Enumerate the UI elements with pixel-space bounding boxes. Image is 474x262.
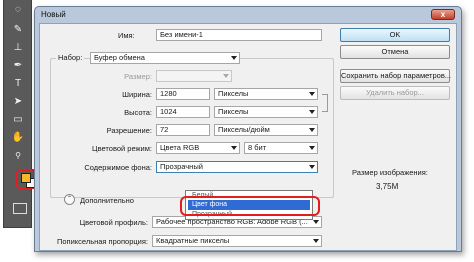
resolution-input[interactable]: 72 — [156, 124, 210, 136]
stamp-icon[interactable]: ⊥ — [9, 40, 27, 56]
pixel-aspect-label: Попиксельная пропорция: — [56, 237, 148, 246]
ok-button[interactable]: OK — [340, 28, 450, 42]
image-size-value: 3,75M — [376, 182, 399, 191]
color-mode-select[interactable]: Цвета RGB — [156, 142, 240, 154]
height-unit-select[interactable]: Пикселы — [214, 106, 318, 118]
pixel-aspect-select[interactable]: Квадратные пикселы — [152, 235, 322, 247]
height-unit-value: Пикселы — [218, 107, 249, 116]
screen-mode-icon[interactable] — [13, 203, 27, 214]
size-label: Размер: — [124, 72, 152, 81]
new-document-dialog: Новый x Имя: Без имени-1 Набор: Буфер об… — [34, 6, 462, 252]
name-label: Имя: — [118, 31, 135, 40]
width-unit-value: Пикселы — [218, 89, 249, 98]
preset-value: Буфер обмена — [94, 53, 145, 62]
width-unit-select[interactable]: Пикселы — [214, 88, 318, 100]
resolution-label: Разрешение: — [106, 126, 152, 135]
color-mode-label: Цветовой режим: — [92, 144, 152, 153]
height-label: Высота: — [124, 108, 152, 117]
size-select — [156, 70, 232, 82]
image-size-label: Размер изображения: — [352, 168, 428, 177]
color-profile-label: Цветовой профиль: — [79, 218, 148, 227]
lasso-icon[interactable]: ◌ — [9, 2, 27, 18]
advanced-toggle-icon[interactable]: ⌃ — [64, 194, 75, 205]
delete-preset-button: Удалить набор... — [340, 86, 450, 100]
preset-label: Набор: — [56, 53, 85, 62]
chevron-down-icon — [231, 56, 237, 60]
chevron-down-icon — [223, 74, 229, 78]
preset-select[interactable]: Буфер обмена — [90, 52, 240, 64]
background-label: Содержимое фона: — [84, 163, 152, 172]
height-input[interactable]: 1024 — [156, 106, 210, 118]
chevron-down-icon — [313, 220, 319, 224]
bit-depth-value: 8 бит — [248, 143, 267, 152]
title-bar: Новый x — [35, 7, 461, 23]
shape-icon[interactable]: ▭ — [9, 112, 27, 128]
name-input[interactable]: Без имени-1 — [156, 29, 322, 41]
chevron-down-icon — [309, 92, 315, 96]
chevron-down-icon — [309, 110, 315, 114]
link-bracket — [322, 94, 328, 112]
annotation-highlight — [180, 196, 320, 216]
background-value: Прозрачный — [160, 162, 203, 171]
brush-icon[interactable]: ✎ — [9, 22, 27, 38]
text-icon[interactable]: T — [9, 76, 27, 92]
background-select[interactable]: Прозрачный — [156, 161, 318, 173]
chevron-down-icon — [309, 165, 315, 169]
resolution-unit-value: Пикселы/дюйм — [218, 125, 270, 134]
zoom-icon[interactable]: ⚲ — [9, 148, 27, 164]
hand-icon[interactable]: ✋ — [9, 130, 27, 146]
foreground-color-swatch[interactable] — [21, 173, 31, 183]
chevron-down-icon — [313, 239, 319, 243]
save-preset-button[interactable]: Сохранить набор параметров... — [340, 69, 451, 83]
pixel-aspect-value: Квадратные пикселы — [156, 236, 230, 245]
cancel-button[interactable]: Отмена — [340, 45, 450, 59]
path-select-icon[interactable]: ➤ — [9, 94, 27, 110]
dialog-body: Имя: Без имени-1 Набор: Буфер обмена Раз… — [39, 23, 457, 251]
dialog-title: Новый — [41, 10, 66, 19]
chevron-down-icon — [231, 146, 237, 150]
width-input[interactable]: 1280 — [156, 88, 210, 100]
bit-depth-select[interactable]: 8 бит — [244, 142, 318, 154]
pen-icon[interactable]: ✒ — [9, 58, 27, 74]
chevron-down-icon — [309, 128, 315, 132]
close-icon[interactable]: x — [431, 9, 455, 20]
chevron-down-icon — [309, 146, 315, 150]
tools-panel: ◌ ✎ ⊥ ✒ T ➤ ▭ ✋ ⚲ — [3, 0, 38, 228]
width-label: Ширина: — [122, 90, 152, 99]
advanced-label[interactable]: Дополнительно — [80, 196, 134, 205]
resolution-unit-select[interactable]: Пикселы/дюйм — [214, 124, 318, 136]
color-mode-value: Цвета RGB — [160, 143, 200, 152]
